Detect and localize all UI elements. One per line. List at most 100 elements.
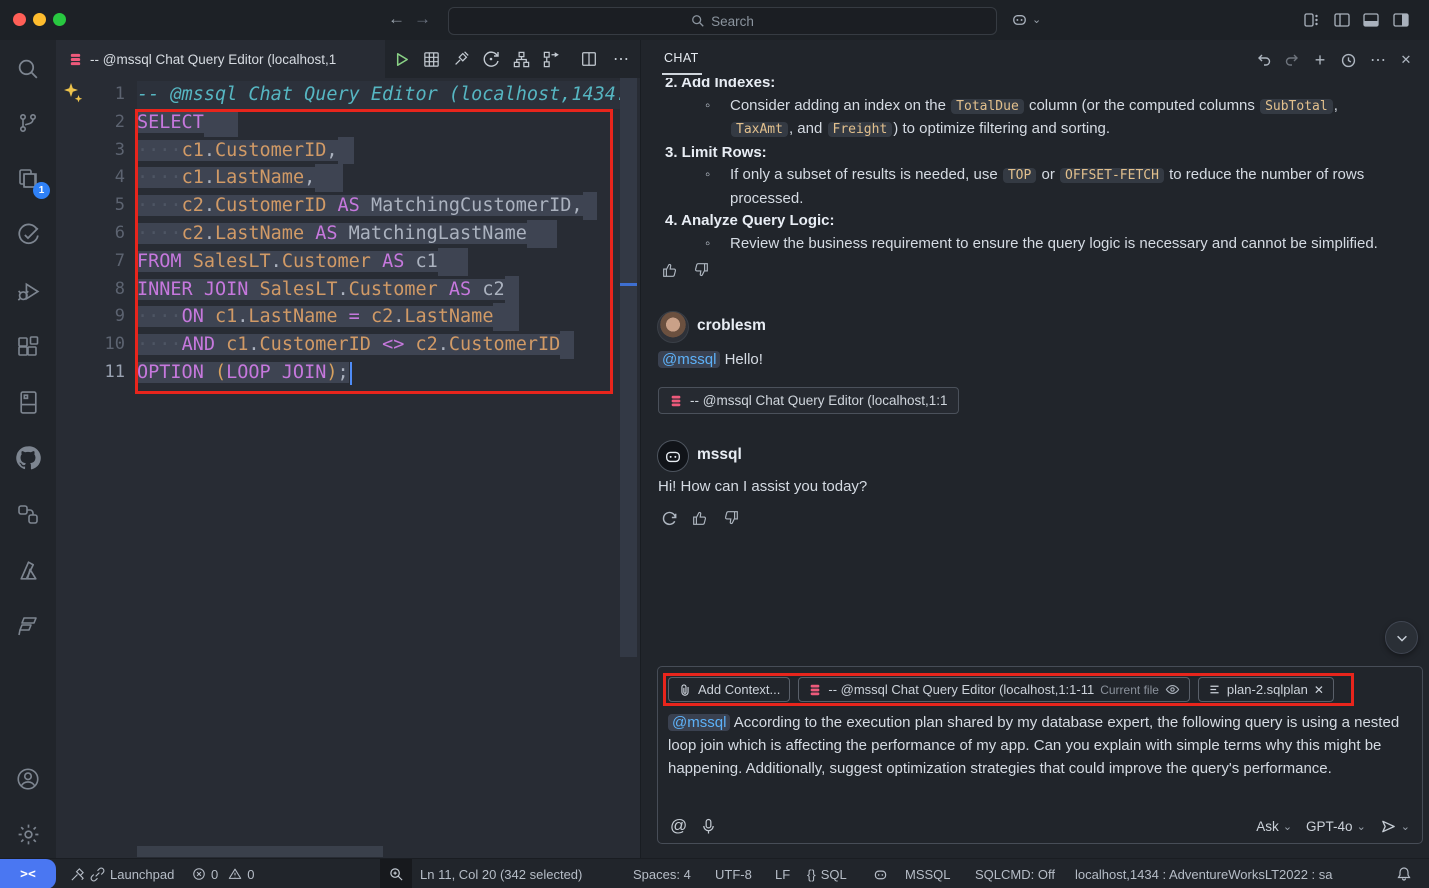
chat-input-message[interactable]: @mssql According to the execution plan s…: [668, 711, 1416, 780]
redo-icon[interactable]: [1282, 50, 1302, 70]
chat-content: 2. Add Indexes:◦Consider adding an index…: [641, 78, 1429, 858]
inline-code: TaxAmt: [731, 122, 788, 137]
sidebar-item-run-debug[interactable]: [0, 267, 56, 315]
editor-horizontal-scrollbar[interactable]: [137, 846, 383, 857]
chevron-down-icon: ⌄: [1357, 820, 1366, 833]
tab-chat[interactable]: CHAT: [664, 51, 699, 65]
new-chat-icon[interactable]: +: [1310, 50, 1330, 70]
line-number: 10: [56, 331, 125, 359]
chevron-down-icon: ⌄: [1401, 820, 1410, 833]
thumbs-up-icon[interactable]: [661, 261, 679, 279]
database-file-icon: [68, 52, 83, 67]
more-actions-icon[interactable]: ⋯: [613, 49, 629, 69]
sidebar-item-flag[interactable]: [0, 602, 56, 650]
undo-icon[interactable]: [1254, 50, 1274, 70]
actual-plan-icon[interactable]: [542, 50, 561, 69]
code-line[interactable]: -- @mssql Chat Query Editor (localhost,1…: [137, 81, 627, 109]
attachment-label: -- @mssql Chat Query Editor (localhost,1…: [690, 393, 948, 408]
eol: LF: [775, 867, 790, 882]
editor-tab-bar: -- @mssql Chat Query Editor (localhost,1: [56, 40, 640, 78]
feedback-row: [661, 261, 710, 279]
nav-back-icon[interactable]: ←: [388, 9, 405, 29]
line-number: 11: [56, 359, 125, 387]
assistant-list-answer: 2. Add Indexes:◦Consider adding an index…: [649, 78, 1409, 255]
inline-code: TotalDue: [951, 99, 1024, 114]
avatar-croblesm: [657, 311, 689, 343]
copilot-icon: [872, 866, 889, 883]
warning-icon: [228, 867, 242, 881]
chat-panel-header: CHAT + ⋯ ✕: [641, 40, 1429, 78]
search-input[interactable]: Search: [448, 7, 997, 35]
nav-forward-icon[interactable]: →: [414, 9, 431, 29]
launchpad-label: Launchpad: [110, 867, 174, 882]
sidebar-item-database-projects[interactable]: [0, 378, 56, 426]
estimated-plan-icon[interactable]: [512, 50, 531, 69]
scroll-to-bottom-button[interactable]: [1385, 621, 1418, 654]
microphone-icon[interactable]: [701, 818, 716, 835]
encoding: UTF-8: [715, 867, 752, 882]
copilot-menu-button[interactable]: ⌄: [1010, 10, 1041, 29]
sidebar-item-extensions[interactable]: [0, 323, 56, 371]
toggle-primary-sidebar-icon[interactable]: [1333, 11, 1351, 29]
editor-tab[interactable]: -- @mssql Chat Query Editor (localhost,1: [56, 40, 385, 78]
message-attachment-chip[interactable]: -- @mssql Chat Query Editor (localhost,1…: [658, 387, 959, 414]
connection-label: localhost,1434 : AdventureWorksLT2022 : …: [1075, 867, 1333, 882]
connect-icon[interactable]: [452, 50, 470, 68]
toggle-panel-icon[interactable]: [1362, 11, 1380, 29]
sidebar-item-connections[interactable]: [0, 490, 56, 538]
sidebar-item-source-control[interactable]: [0, 99, 56, 147]
copilot-status-item[interactable]: [872, 859, 889, 888]
encoding-item[interactable]: UTF-8: [715, 859, 752, 888]
results-grid-icon[interactable]: [422, 50, 441, 69]
mssql-mention[interactable]: @mssql: [658, 351, 720, 368]
chat-close-icon[interactable]: ✕: [1396, 50, 1416, 70]
toggle-secondary-sidebar-icon[interactable]: [1392, 11, 1410, 29]
sidebar-item-copilot-edits[interactable]: 1: [0, 155, 56, 203]
mode-selector[interactable]: Ask ⌄: [1256, 819, 1292, 834]
input-toolbar: @ Ask ⌄ GPT-4o ⌄ ⌄: [670, 813, 1410, 839]
cursor-position-item[interactable]: Ln 11, Col 20 (342 selected): [420, 859, 582, 888]
sqlcmd-item[interactable]: SQLCMD: Off: [975, 859, 1055, 888]
launchpad-item[interactable]: Launchpad: [70, 859, 174, 888]
problems-item[interactable]: 0 0: [192, 859, 254, 888]
window-close-button[interactable]: [13, 13, 26, 26]
chat-history-icon[interactable]: [1338, 50, 1358, 70]
account-button[interactable]: [0, 755, 56, 803]
code-editor[interactable]: 1234567891011 -- @mssql Chat Query Edito…: [56, 78, 640, 858]
mention-icon[interactable]: @: [670, 816, 687, 836]
thumbs-up-icon[interactable]: [691, 509, 709, 527]
sidebar-item-search[interactable]: [0, 45, 56, 93]
thumbs-down-icon[interactable]: [692, 261, 710, 279]
line-number: 3: [56, 137, 125, 165]
avatar-mssql: [657, 440, 689, 472]
window-minimize-button[interactable]: [33, 13, 46, 26]
sidebar-item-github[interactable]: [0, 434, 56, 482]
eol-item[interactable]: LF: [775, 859, 790, 888]
feedback-row-2: [661, 509, 740, 527]
settings-gear-icon[interactable]: [0, 810, 56, 858]
sidebar-item-testing[interactable]: [0, 211, 56, 259]
split-editor-icon[interactable]: [580, 50, 598, 68]
connection-item[interactable]: localhost,1434 : AdventureWorksLT2022 : …: [1075, 859, 1333, 888]
zoom-indicator[interactable]: [380, 859, 412, 888]
indentation-item[interactable]: Spaces: 4: [633, 859, 691, 888]
chat-tab-active-indicator: [662, 73, 702, 75]
model-selector[interactable]: GPT-4o ⌄: [1306, 819, 1366, 834]
chat-more-icon[interactable]: ⋯: [1368, 50, 1388, 70]
rerun-icon[interactable]: [661, 509, 678, 527]
database-file-icon: [669, 394, 683, 408]
window-zoom-button[interactable]: [53, 13, 66, 26]
change-connection-icon[interactable]: [481, 49, 501, 69]
notifications-bell-icon[interactable]: [1396, 859, 1412, 888]
customize-layout-icon[interactable]: [1303, 11, 1321, 29]
tools-icon: [70, 867, 85, 882]
mssql-item[interactable]: MSSQL: [905, 859, 951, 888]
editor-vertical-scrollbar[interactable]: [620, 78, 637, 657]
thumbs-down-icon[interactable]: [722, 509, 740, 527]
remote-indicator[interactable]: ><: [0, 859, 56, 888]
run-query-button[interactable]: [392, 50, 411, 69]
send-button[interactable]: ⌄: [1380, 818, 1410, 835]
language-item[interactable]: {} SQL: [807, 859, 847, 888]
sidebar-item-azure[interactable]: [0, 546, 56, 594]
chat-input-box[interactable]: Add Context... -- @mssql Chat Query Edit…: [657, 666, 1423, 844]
